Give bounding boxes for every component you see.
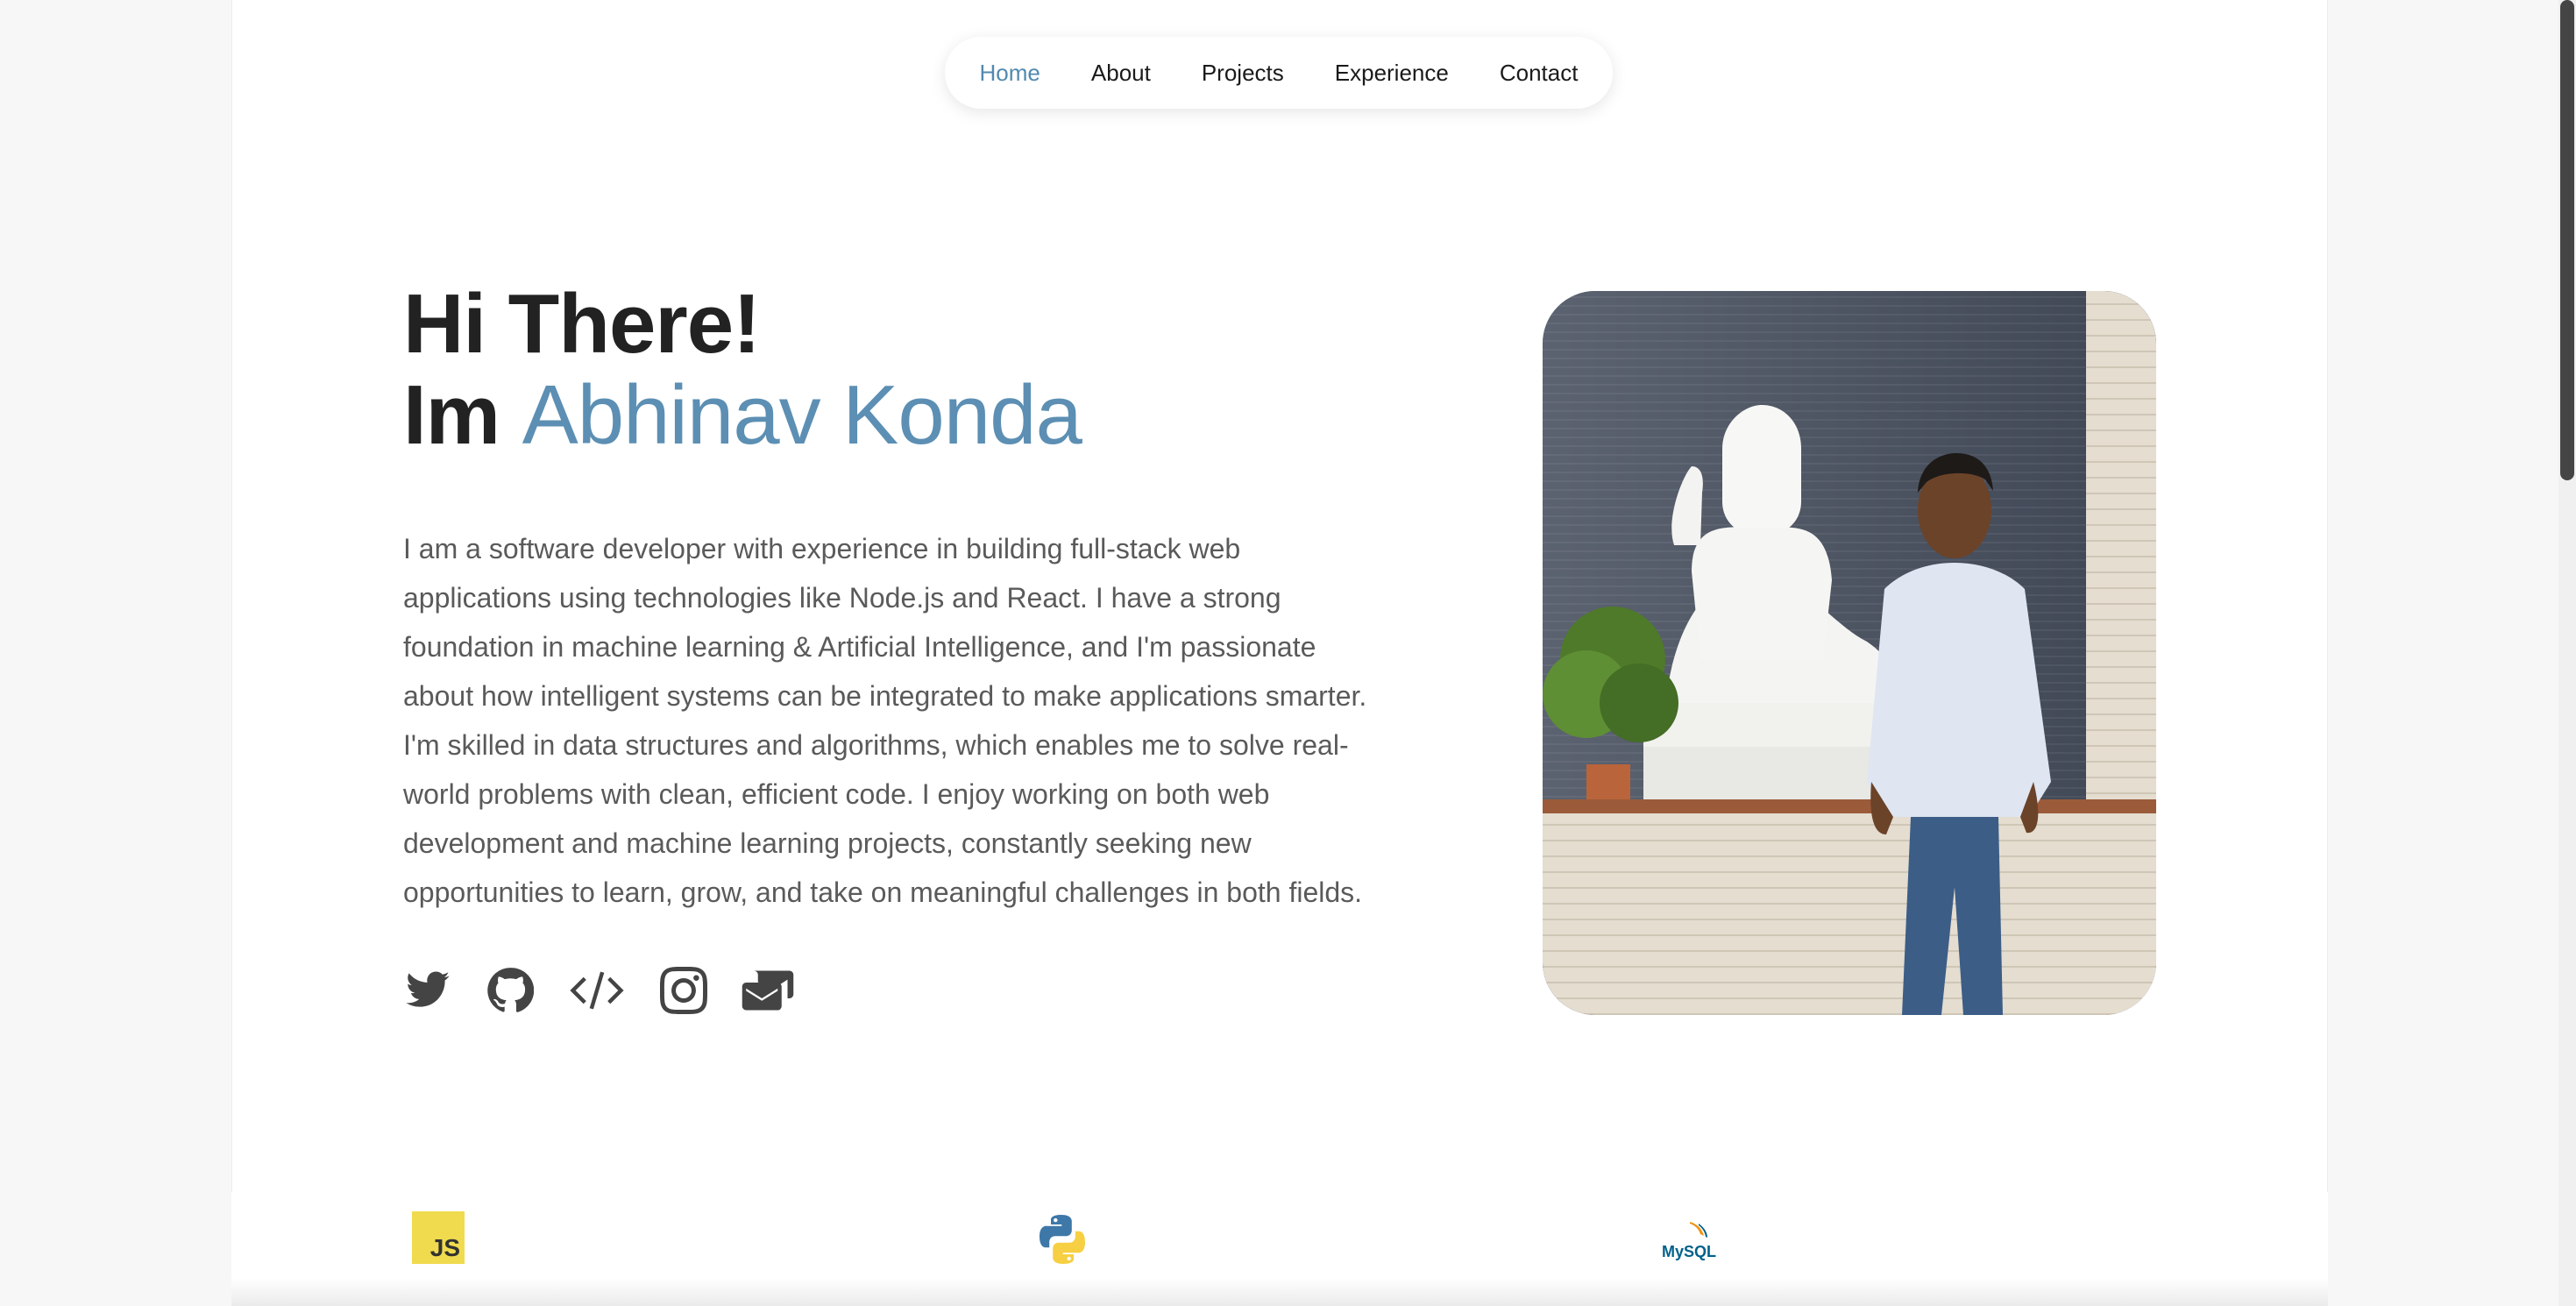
hero-name: Abhinav Konda [522, 368, 1082, 462]
javascript-label: JS [429, 1234, 460, 1261]
hero-bio: I am a software developer with experienc… [403, 533, 1367, 908]
nav-about-link[interactable]: About [1091, 60, 1151, 87]
nav-contact-link[interactable]: Contact [1500, 60, 1579, 87]
twitter-icon[interactable] [403, 966, 452, 1015]
main-nav: Home About Projects Experience Contact [945, 37, 1613, 109]
javascript-icon: JS [412, 1211, 465, 1264]
social-links [403, 966, 794, 1015]
hero-greeting: Hi There! [403, 277, 761, 371]
mail-icon[interactable] [742, 966, 794, 1015]
scrollbar-thumb[interactable] [2560, 0, 2574, 480]
hero-title: Hi There! Im Abhinav Konda [403, 279, 1082, 461]
code-icon[interactable] [568, 966, 626, 1015]
tech-stack-row [231, 1192, 2328, 1306]
page: Home About Projects Experience Contact H… [0, 0, 2576, 1306]
instagram-icon[interactable] [659, 966, 708, 1015]
nav-home-link[interactable]: Home [980, 60, 1040, 87]
github-icon[interactable] [486, 966, 535, 1015]
scrollbar-track[interactable] [2558, 0, 2576, 1306]
nav-experience-link[interactable]: Experience [1335, 60, 1449, 87]
profile-photo [1543, 291, 2156, 1015]
mysql-label: MySQL [1662, 1243, 1716, 1260]
nav-projects-link[interactable]: Projects [1202, 60, 1284, 87]
hero-intro-prefix: Im [403, 368, 522, 462]
mysql-icon: MySQL [1660, 1218, 1716, 1262]
python-icon [1034, 1211, 1090, 1267]
